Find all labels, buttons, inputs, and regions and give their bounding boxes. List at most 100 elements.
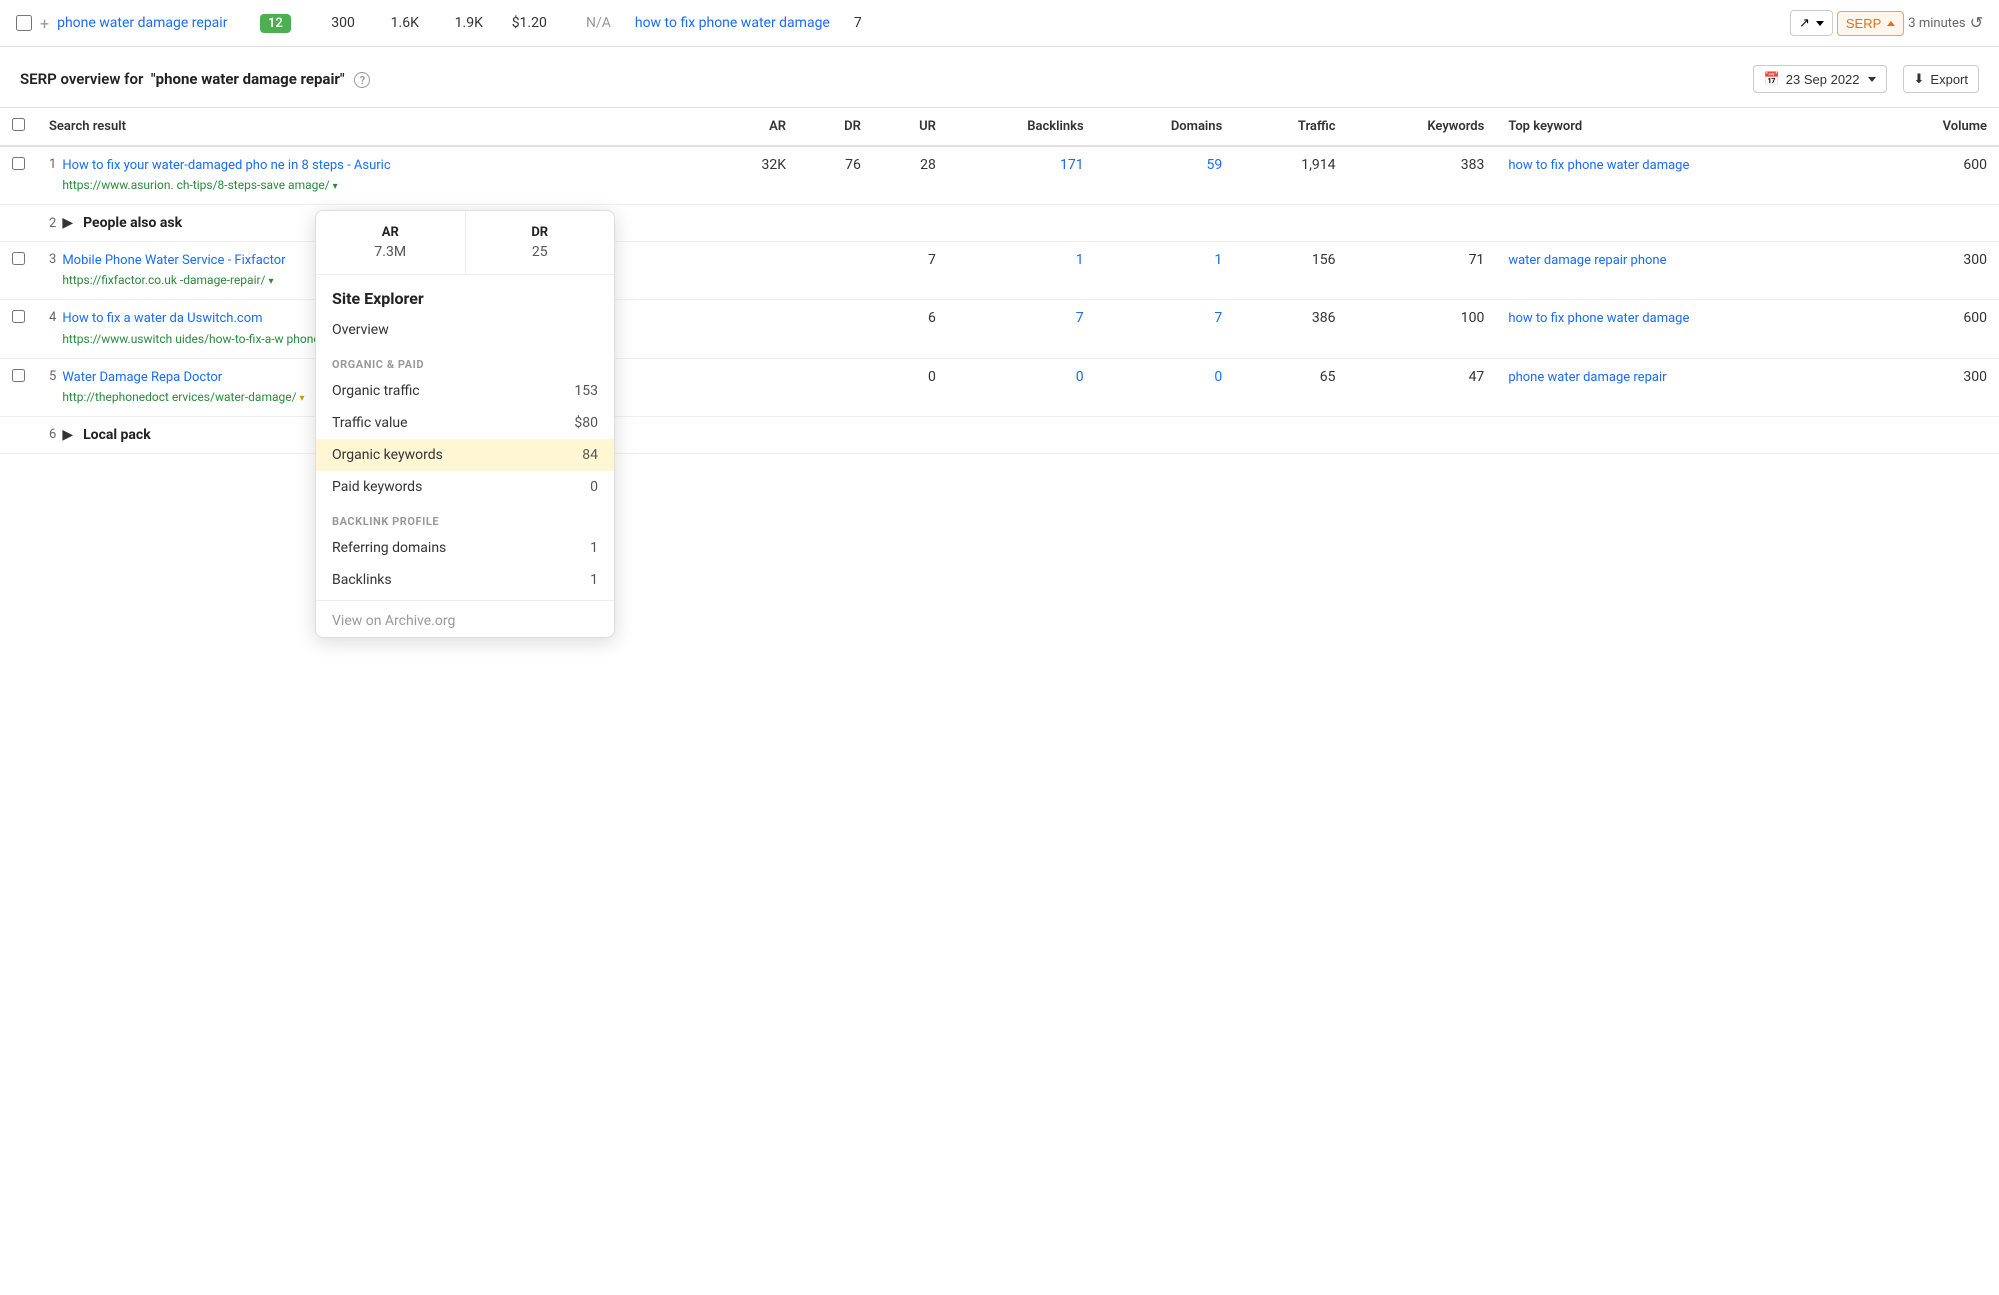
popup-ar-value: 7.3M xyxy=(332,244,449,260)
row3-backlinks[interactable]: 1 xyxy=(948,242,1096,300)
row1-ar: 32K xyxy=(709,146,798,205)
row6-expand-icon[interactable]: ▶ xyxy=(62,427,73,443)
add-keyword-icon[interactable]: + xyxy=(40,14,49,33)
popup-backlink-profile-label: BACKLINK PROFILE xyxy=(316,503,614,532)
row3-top-keyword: water damage repair phone xyxy=(1496,242,1873,300)
row5-domains[interactable]: 0 xyxy=(1096,358,1235,416)
row5-dr xyxy=(798,358,873,416)
row5-traffic: 65 xyxy=(1234,358,1347,416)
popup-archive-item[interactable]: View on Archive.org xyxy=(316,605,614,637)
keyword-stat-price: $1.20 xyxy=(507,15,547,31)
popup-organic-traffic-item[interactable]: Organic traffic 153 xyxy=(316,375,614,407)
row1-keywords: 383 xyxy=(1348,146,1497,205)
row1-traffic: 1,914 xyxy=(1234,146,1347,205)
keyword-buttons: ↗ SERP 3 minutes ↺ xyxy=(1790,10,1983,36)
popup-backlinks-value: 1 xyxy=(590,572,598,588)
col-top-keyword: Top keyword xyxy=(1496,108,1873,146)
row5-checkbox[interactable] xyxy=(12,369,25,382)
keyword-stat-na: N/A xyxy=(571,15,611,31)
row1-url-arrow[interactable]: ▾ xyxy=(333,181,338,192)
row5-num: 5 xyxy=(49,369,56,384)
popup-overview-label: Overview xyxy=(332,322,389,338)
row3-checkbox[interactable] xyxy=(12,252,25,265)
row1-num: 1 xyxy=(49,157,56,172)
popup-divider xyxy=(316,600,614,601)
row4-checkbox[interactable] xyxy=(12,310,25,323)
popup-traffic-value-item[interactable]: Traffic value $80 xyxy=(316,407,614,439)
row3-domains[interactable]: 1 xyxy=(1096,242,1235,300)
row5-ar xyxy=(709,358,798,416)
trend-button[interactable]: ↗ xyxy=(1790,10,1833,36)
row1-top-keyword-text[interactable]: how to fix phone water damage xyxy=(1508,158,1689,173)
row3-top-keyword-text[interactable]: water damage repair phone xyxy=(1508,253,1666,268)
row5-url: http://thephonedoct ervices/water-damage… xyxy=(62,389,304,406)
row4-domains[interactable]: 7 xyxy=(1096,300,1235,358)
popup-referring-domains-label: Referring domains xyxy=(332,540,446,556)
row3-title[interactable]: Mobile Phone Water Service - Fixfactor xyxy=(62,252,285,270)
keyword-top-keyword[interactable]: how to fix phone water damage xyxy=(635,15,830,31)
row4-top-keyword-text[interactable]: how to fix phone water damage xyxy=(1508,311,1689,326)
row5-backlinks[interactable]: 0 xyxy=(948,358,1096,416)
row2-title: People also ask xyxy=(83,215,182,231)
row4-num: 4 xyxy=(49,310,56,325)
table-row: 3 Mobile Phone Water Service - Fixfactor… xyxy=(0,242,1999,300)
row4-volume: 600 xyxy=(1873,300,1999,358)
popup-traffic-value-label: Traffic value xyxy=(332,415,408,431)
serp-title-static: SERP overview for xyxy=(20,70,143,88)
date-picker-button[interactable]: 📅 23 Sep 2022 xyxy=(1753,65,1887,93)
popup-backlinks-item[interactable]: Backlinks 1 xyxy=(316,564,614,596)
popup-overview-item[interactable]: Overview xyxy=(316,314,614,346)
row5-top-keyword-text[interactable]: phone water damage repair xyxy=(1508,370,1666,385)
table-header-row: Search result AR DR UR Backlinks Domains… xyxy=(0,108,1999,146)
row1-url: https://www.asurion. ch-tips/8-steps-sav… xyxy=(62,177,390,194)
row2-expand-icon[interactable]: ▶ xyxy=(62,215,73,231)
row5-url-arrow[interactable]: ▾ xyxy=(300,393,305,404)
col-keywords: Keywords xyxy=(1348,108,1497,146)
popup-paid-keywords-item[interactable]: Paid keywords 0 xyxy=(316,471,614,503)
keyword-stat-s2: 1.6K xyxy=(379,15,419,31)
serp-title-area: SERP overview for "phone water damage re… xyxy=(20,70,370,88)
serp-arrow-icon xyxy=(1887,21,1895,26)
popup-paid-keywords-value: 0 xyxy=(590,479,598,495)
refresh-button[interactable]: ↺ xyxy=(1970,13,1983,33)
row5-checkbox-cell xyxy=(0,358,37,416)
help-icon[interactable]: ? xyxy=(354,72,370,88)
select-all-checkbox[interactable] xyxy=(12,118,25,131)
popup-traffic-value-value: $80 xyxy=(574,415,598,431)
row5-volume: 300 xyxy=(1873,358,1999,416)
serp-overview-header: SERP overview for "phone water damage re… xyxy=(0,47,1999,108)
serp-overview-title: SERP overview for "phone water damage re… xyxy=(20,70,370,88)
keyword-checkbox[interactable] xyxy=(16,15,32,31)
col-volume: Volume xyxy=(1873,108,1999,146)
row1-title[interactable]: How to fix your water-damaged pho ne in … xyxy=(62,157,390,175)
row4-url: https://www.uswitch uides/how-to-fix-a-w… xyxy=(62,331,332,348)
row3-url-arrow[interactable]: ▾ xyxy=(269,276,274,287)
row4-result-content: How to fix a water da Uswitch.com https:… xyxy=(62,310,332,347)
row1-backlinks[interactable]: 171 xyxy=(948,146,1096,205)
row4-ar xyxy=(709,300,798,358)
row1-ur: 28 xyxy=(873,146,948,205)
serp-button[interactable]: SERP xyxy=(1837,11,1904,36)
row5-title[interactable]: Water Damage Repa Doctor xyxy=(62,369,304,387)
keyword-stat-s1: 300 xyxy=(315,15,355,31)
popup-paid-keywords-label: Paid keywords xyxy=(332,479,422,495)
row1-checkbox[interactable] xyxy=(12,157,25,170)
popup-dr-cell: DR 25 xyxy=(466,211,615,274)
row4-title[interactable]: How to fix a water da Uswitch.com xyxy=(62,310,332,328)
serp-label: SERP xyxy=(1846,16,1881,31)
row4-backlinks[interactable]: 7 xyxy=(948,300,1096,358)
row1-result-content: How to fix your water-damaged pho ne in … xyxy=(62,157,390,194)
col-ar: AR xyxy=(709,108,798,146)
row4-traffic: 386 xyxy=(1234,300,1347,358)
popup-referring-domains-item[interactable]: Referring domains 1 xyxy=(316,532,614,564)
export-button[interactable]: ⬇ Export xyxy=(1903,65,1979,93)
row5-keywords: 47 xyxy=(1348,358,1497,416)
keyword-stat-s3: 1.9K xyxy=(443,15,483,31)
popup-organic-paid-label: ORGANIC & PAID xyxy=(316,346,614,375)
popup-metrics-row: AR 7.3M DR 25 xyxy=(316,211,614,275)
popup-dr-label: DR xyxy=(482,225,599,240)
row1-domains[interactable]: 59 xyxy=(1096,146,1235,205)
keyword-name[interactable]: phone water damage repair xyxy=(57,14,227,32)
row1-result-cell: 1 How to fix your water-damaged pho ne i… xyxy=(37,146,709,205)
popup-organic-keywords-item[interactable]: Organic keywords 84 xyxy=(316,439,614,471)
